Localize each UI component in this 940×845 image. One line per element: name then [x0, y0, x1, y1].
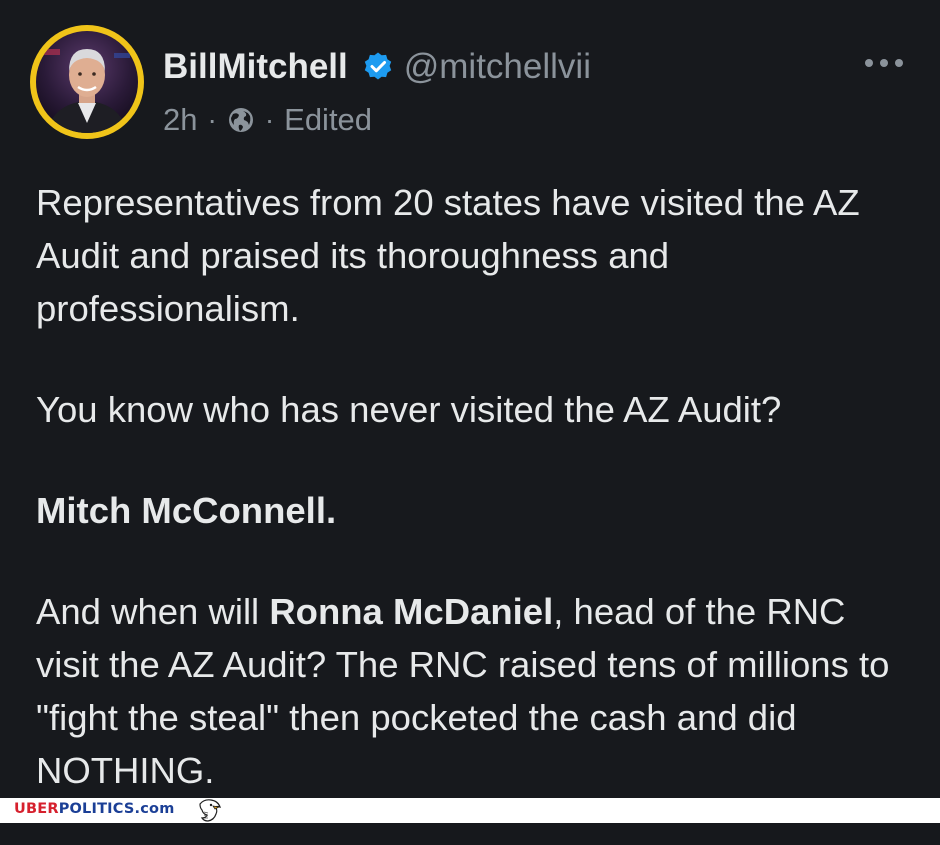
brand-watermark[interactable]: UBERPOLITICS.com — [14, 801, 175, 817]
paragraph-2: You know who has never visited the AZ Au… — [36, 389, 782, 430]
verified-badge-icon — [364, 52, 391, 80]
brand-part-domain: .com — [134, 801, 175, 817]
mention-ronna-mcdaniel: Ronna McDaniel — [269, 591, 554, 632]
author-row: BillMitchell @mitchellvii — [163, 44, 591, 90]
post-card: BillMitchell @mitchellvii 2h · · Edited … — [0, 0, 940, 798]
paragraph-4: And when will Ronna McDaniel, head of th… — [36, 585, 916, 797]
separator-dot: · — [207, 104, 217, 135]
avatar[interactable] — [30, 25, 144, 139]
edited-label[interactable]: Edited — [284, 102, 372, 138]
eagle-icon — [199, 799, 221, 822]
post-body: Representatives from 20 states have visi… — [36, 176, 916, 845]
paragraph-4-prefix: And when will — [36, 591, 270, 632]
post-time[interactable]: 2h — [163, 102, 197, 138]
avatar-image — [36, 31, 138, 133]
watermark-footer: UBERPOLITICS.com — [0, 798, 940, 823]
handle[interactable]: @mitchellvii — [404, 47, 591, 87]
more-options-icon[interactable] — [862, 54, 906, 72]
paragraph-3: Mitch McConnell. — [36, 490, 337, 531]
display-name[interactable]: BillMitchell — [163, 47, 348, 87]
brand-part-uber: UBER — [14, 801, 59, 817]
brand-part-politics: POLITICS — [58, 801, 135, 817]
post-meta: 2h · · Edited — [163, 100, 372, 140]
separator-dot-2: · — [264, 104, 275, 135]
globe-icon — [228, 108, 253, 132]
paragraph-1: Representatives from 20 states have visi… — [36, 182, 860, 329]
